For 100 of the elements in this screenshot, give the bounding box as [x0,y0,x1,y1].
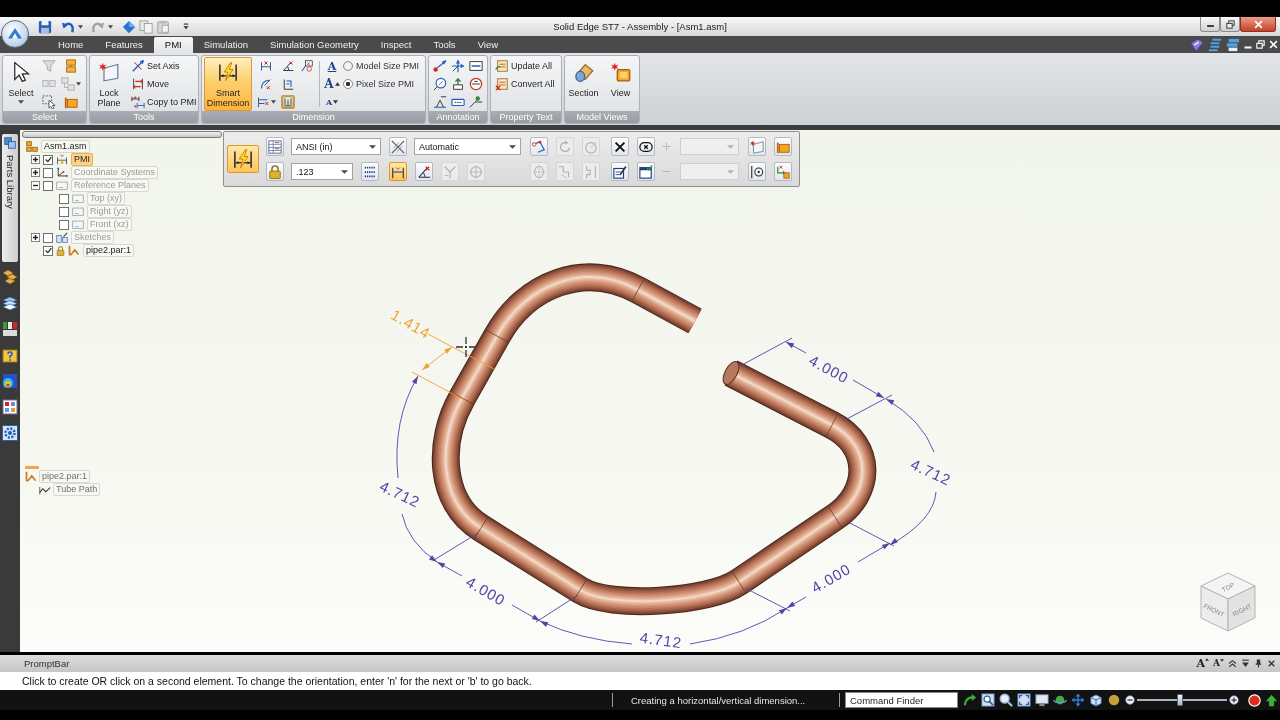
toolbar-button[interactable] [611,137,629,156]
dimension-value[interactable]: 4.712 [908,455,954,489]
cube-view-icon[interactable] [1089,693,1103,707]
checkbox[interactable] [59,206,69,217]
arc-dimension-icon[interactable] [259,77,273,91]
weld-symbol-icon[interactable] [433,95,447,109]
text-size-button[interactable]: A [323,57,341,75]
smart-dimension-button[interactable] [227,145,259,173]
branch-icon[interactable] [469,95,483,109]
fit-view-icon[interactable] [1017,693,1031,707]
bracket-dimension-icon[interactable] [281,95,295,109]
rotate-view-icon[interactable] [1053,693,1067,707]
toolbar-button[interactable] [389,137,407,156]
list-lines-icon[interactable] [1208,37,1222,52]
tree-item[interactable]: PMI [71,153,93,166]
precision-dropdown[interactable]: .123 [291,163,353,180]
dimension-icon[interactable] [259,59,273,73]
close-icon[interactable] [1267,659,1276,668]
expand-icon[interactable] [30,233,40,242]
curved-arrow-icon[interactable] [61,19,75,34]
checkbox[interactable] [43,180,53,191]
expand-icon[interactable] [30,155,40,164]
orientation-dropdown[interactable]: Automatic [414,138,521,155]
minimize-button[interactable] [1200,17,1220,32]
restore-button[interactable] [1220,17,1240,32]
customize-caret-icon[interactable] [183,23,189,30]
text-size-button[interactable]: A [323,75,341,93]
dimension-value[interactable]: 4.712 [638,628,684,652]
ribbon-tab[interactable]: PMI [153,37,193,53]
tree-item[interactable]: pipe2.par:1 [39,470,91,483]
clipboard-icon[interactable] [156,19,170,34]
caret-icon[interactable] [76,82,81,86]
ribbon-tab[interactable]: Features [94,37,154,53]
toolbar-button[interactable] [361,162,379,181]
zoom-in-icon[interactable] [1229,695,1239,705]
dimension-line[interactable] [744,521,895,612]
collapse-icon[interactable] [30,181,40,190]
double-chevron-up-icon[interactable] [1228,659,1237,668]
ribbon-tab[interactable]: Simulation [192,37,260,53]
stacked-boxes-icon[interactable] [64,59,78,73]
command-finder-field[interactable]: Command Finder [845,692,958,708]
leader-icon[interactable] [433,59,447,73]
datum-icon[interactable] [451,77,465,91]
font-size-button[interactable]: A [1213,659,1224,668]
search-icon[interactable] [999,693,1013,707]
balloon-icon[interactable] [433,77,447,91]
toolbar-button[interactable] [748,162,766,181]
angle-dimension-icon[interactable] [281,59,295,73]
cross-arrows-icon[interactable] [451,59,465,73]
record-icon[interactable] [1248,693,1261,707]
ribbon-button[interactable]: Update All [493,57,557,75]
ribbon-tab[interactable]: Tools [422,37,467,53]
stacked-dimension-icon[interactable] [256,95,270,109]
toolbar-button[interactable] [611,162,629,181]
checkbox[interactable] [59,219,69,230]
ribbon-tab[interactable]: Simulation Geometry [259,37,370,53]
slider-thumb[interactable] [1177,694,1184,706]
view-button[interactable]: View [603,57,638,111]
grid-icon[interactable] [2,399,18,415]
ribbon-tab[interactable]: View [466,37,510,53]
stacked-bars-icon[interactable] [1226,37,1240,52]
dimension-value[interactable]: 4.712 [377,477,423,511]
question-folder-icon[interactable] [2,347,18,363]
toolbar-button[interactable] [637,162,655,181]
checkbox[interactable] [43,245,53,256]
dimension-tag-icon[interactable] [300,59,314,73]
diamond-icon[interactable] [122,19,136,34]
ordinate-dimension-icon[interactable] [281,77,295,91]
parts-library-tab[interactable]: Parts Library [2,134,18,262]
caret-icon[interactable] [78,24,83,29]
panel-grip[interactable] [22,131,222,138]
select-button[interactable]: Select [5,57,37,111]
caret-icon[interactable] [271,100,276,104]
text-size-button[interactable]: A [323,93,341,111]
curved-arrow-icon[interactable] [963,693,977,707]
radio-button[interactable] [343,61,353,71]
size-option[interactable]: Model Size PMI [343,57,420,75]
toolbar-button[interactable] [637,137,655,156]
restore-icon[interactable] [1256,40,1265,49]
tree-item[interactable]: Asm1.asm [41,140,90,153]
selection-box-icon[interactable] [42,95,56,109]
checkbox[interactable] [43,154,53,165]
toolbar-button[interactable] [389,162,407,181]
dimension-line[interactable] [739,337,893,422]
heat-map-icon[interactable] [2,373,18,389]
dot-icon[interactable] [1107,693,1121,707]
radio-button[interactable] [343,79,353,89]
circle-symbol-icon[interactable] [469,77,483,91]
ribbon-button[interactable]: Set Axis [129,57,198,75]
graphics-window[interactable] [20,130,1280,652]
lock-plane-button[interactable]: Lock Plane [92,57,126,111]
ribbon-button[interactable]: Copy to PMI [129,93,198,111]
caret-bar-icon[interactable] [1241,659,1250,668]
dimension-line[interactable] [433,532,579,623]
pan-icon[interactable] [1071,693,1085,707]
checkbox[interactable] [43,232,53,243]
book-icon[interactable] [1190,37,1204,52]
ribbon-tab[interactable]: Home [47,37,95,53]
dimension-value[interactable]: 4.000 [806,351,852,387]
block-icon[interactable] [64,95,78,109]
